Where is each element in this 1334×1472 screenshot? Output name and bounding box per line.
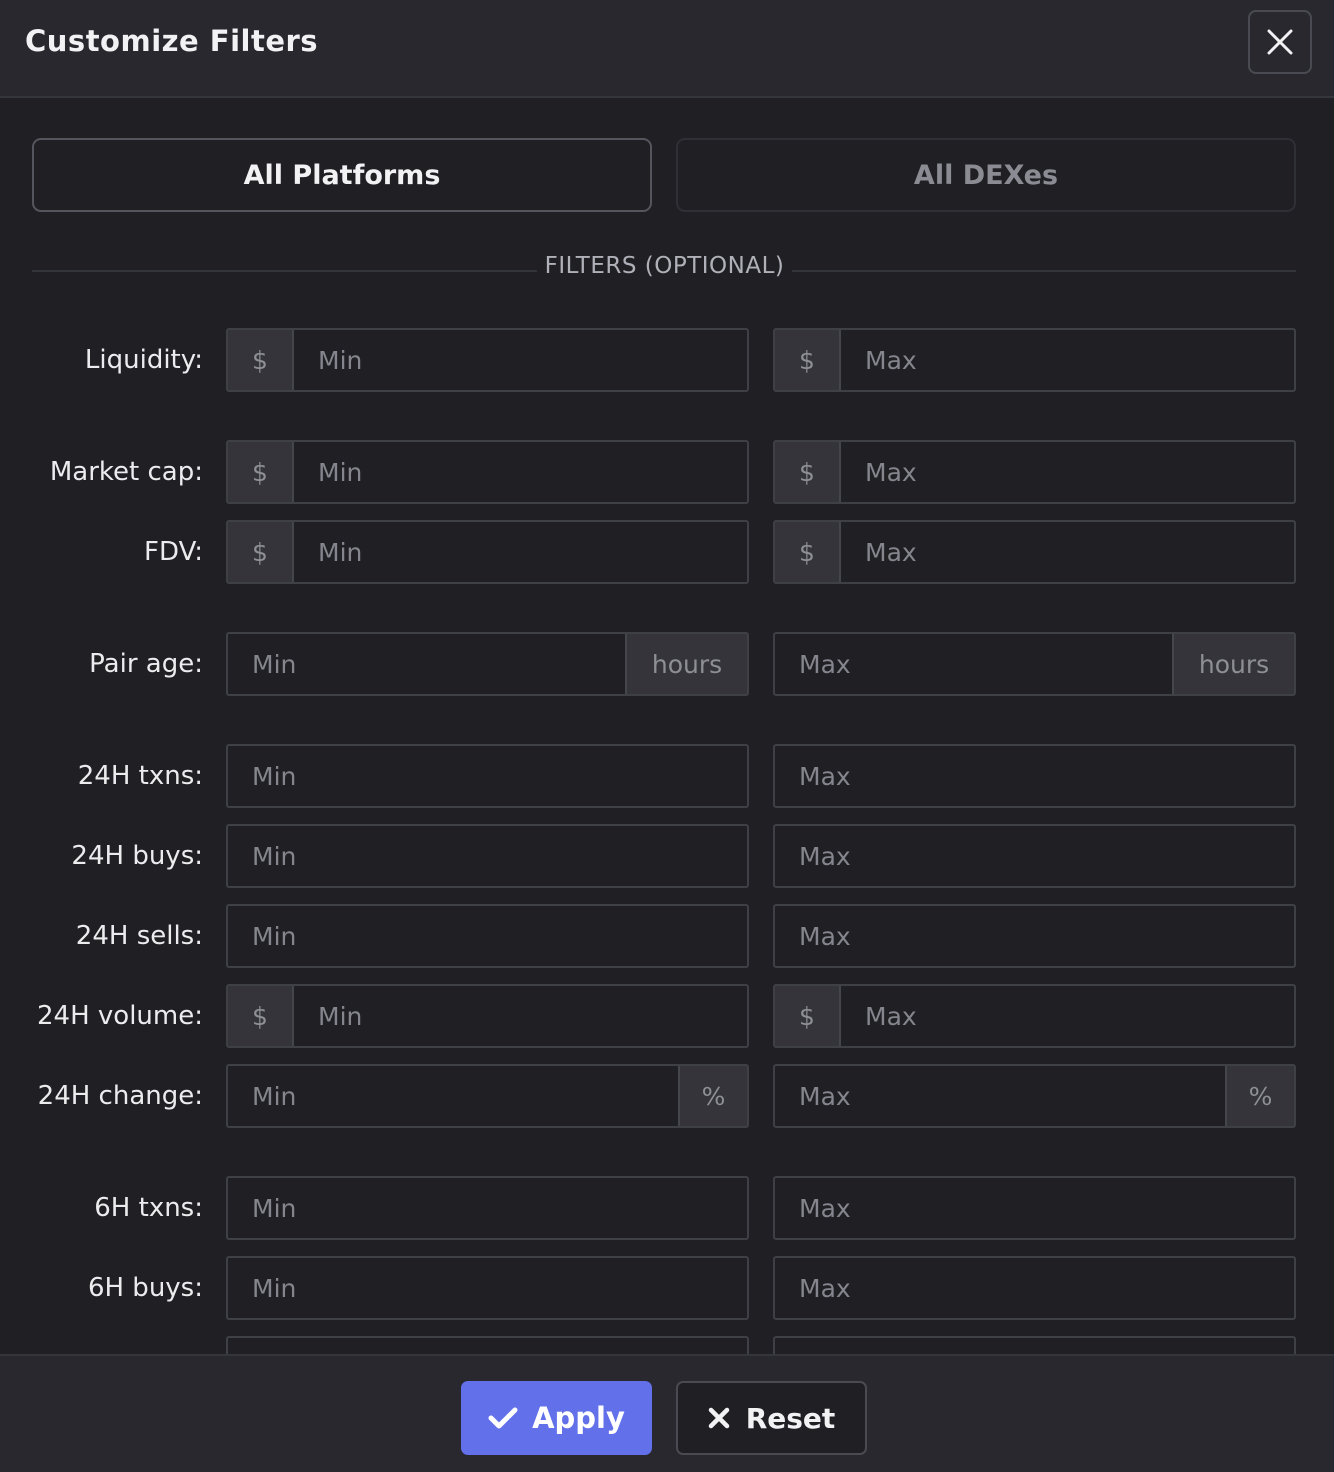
24h-txns-label: 24H txns:	[77, 761, 203, 791]
dollar-prefix: $	[775, 986, 841, 1046]
6h-buys-max-input[interactable]	[775, 1258, 1294, 1318]
divider-line-right	[792, 270, 1296, 272]
hours-suffix: hours	[1172, 634, 1294, 694]
pair-age-max-field: hours	[773, 632, 1296, 696]
24h-buys-min-input[interactable]	[228, 826, 747, 886]
24h-sells-max-field	[773, 904, 1296, 968]
all-platforms-tab[interactable]: All Platforms	[32, 138, 652, 212]
next-row-max-field[interactable]	[773, 1336, 1296, 1354]
fdv-min-field: $	[226, 520, 749, 584]
divider-line-left	[32, 270, 537, 272]
24h-volume-min-input[interactable]	[294, 986, 747, 1046]
liquidity-label: Liquidity:	[84, 345, 203, 375]
24h-txns-max-input[interactable]	[775, 746, 1294, 806]
24h-buys-max-input[interactable]	[775, 826, 1294, 886]
fdv-label: FDV:	[144, 537, 203, 567]
liquidity-min-input[interactable]	[294, 330, 747, 390]
dollar-prefix: $	[775, 330, 841, 390]
reset-label: Reset	[745, 1401, 836, 1435]
reset-button[interactable]: Reset	[676, 1381, 867, 1455]
liquidity-max-input[interactable]	[841, 330, 1294, 390]
liquidity-max-field: $	[773, 328, 1296, 392]
24h-buys-min-field	[226, 824, 749, 888]
market-cap-min-input[interactable]	[294, 442, 747, 502]
24h-txns-min-input[interactable]	[228, 746, 747, 806]
24h-sells-label: 24H sells:	[75, 921, 203, 951]
check-icon	[488, 1407, 518, 1429]
pair-age-min-field: hours	[226, 632, 749, 696]
apply-button[interactable]: Apply	[461, 1381, 652, 1455]
fdv-min-input[interactable]	[294, 522, 747, 582]
dollar-prefix: $	[775, 442, 841, 502]
24h-change-max-field: %	[773, 1064, 1296, 1128]
market-cap-label: Market cap:	[49, 457, 203, 487]
x-icon	[708, 1407, 729, 1429]
percent-suffix: %	[678, 1066, 747, 1126]
dollar-prefix: $	[228, 522, 294, 582]
market-cap-max-input[interactable]	[841, 442, 1294, 502]
6h-buys-label: 6H buys:	[87, 1273, 203, 1303]
dollar-prefix: $	[228, 442, 294, 502]
liquidity-min-field: $	[226, 328, 749, 392]
24h-change-max-input[interactable]	[775, 1066, 1225, 1126]
24h-sells-max-input[interactable]	[775, 906, 1294, 966]
6h-txns-label: 6H txns:	[94, 1193, 203, 1223]
6h-txns-min-input[interactable]	[228, 1178, 747, 1238]
pair-age-min-input[interactable]	[228, 634, 625, 694]
dollar-prefix: $	[775, 522, 841, 582]
24h-sells-min-field	[226, 904, 749, 968]
modal-footer: Apply Reset	[0, 1354, 1334, 1472]
apply-label: Apply	[532, 1401, 625, 1435]
24h-volume-max-input[interactable]	[841, 986, 1294, 1046]
24h-volume-min-field: $	[226, 984, 749, 1048]
hours-suffix: hours	[625, 634, 747, 694]
24h-volume-max-field: $	[773, 984, 1296, 1048]
pair-age-label: Pair age:	[89, 649, 203, 679]
6h-txns-max-input[interactable]	[775, 1178, 1294, 1238]
6h-buys-min-field	[226, 1256, 749, 1320]
market-cap-min-field: $	[226, 440, 749, 504]
next-row-min-field[interactable]	[226, 1336, 749, 1354]
all-dexes-tab[interactable]: All DEXes	[676, 138, 1296, 212]
filters-section-label: FILTERS (OPTIONAL)	[544, 253, 785, 279]
filters-body: All Platforms All DEXes FILTERS (OPTIONA…	[0, 98, 1334, 1354]
24h-change-label: 24H change:	[37, 1081, 203, 1111]
24h-volume-label: 24H volume:	[37, 1001, 203, 1031]
6h-buys-min-input[interactable]	[228, 1258, 747, 1318]
modal-header: Customize Filters	[0, 0, 1334, 98]
modal-title: Customize Filters	[25, 24, 319, 58]
24h-change-min-field: %	[226, 1064, 749, 1128]
6h-txns-min-field	[226, 1176, 749, 1240]
dollar-prefix: $	[228, 986, 294, 1046]
dollar-prefix: $	[228, 330, 294, 390]
24h-txns-min-field	[226, 744, 749, 808]
24h-buys-label: 24H buys:	[71, 841, 203, 871]
24h-change-min-input[interactable]	[228, 1066, 678, 1126]
pair-age-max-input[interactable]	[775, 634, 1172, 694]
close-icon	[1267, 29, 1293, 55]
percent-suffix: %	[1225, 1066, 1294, 1126]
market-cap-max-field: $	[773, 440, 1296, 504]
fdv-max-input[interactable]	[841, 522, 1294, 582]
fdv-max-field: $	[773, 520, 1296, 584]
24h-sells-min-input[interactable]	[228, 906, 747, 966]
6h-buys-max-field	[773, 1256, 1296, 1320]
close-button[interactable]	[1248, 10, 1312, 74]
24h-txns-max-field	[773, 744, 1296, 808]
24h-buys-max-field	[773, 824, 1296, 888]
6h-txns-max-field	[773, 1176, 1296, 1240]
